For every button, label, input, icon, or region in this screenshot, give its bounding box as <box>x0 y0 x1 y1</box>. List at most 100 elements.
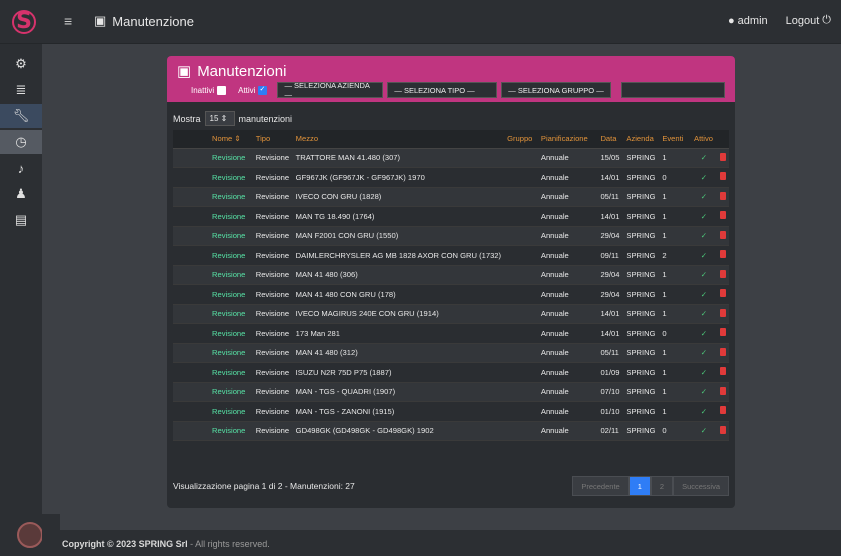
table-row: Revisione Revisione ISUZU N2R 75D P75 (188… <box>173 362 729 383</box>
cell-eventi: 1 <box>659 304 691 324</box>
page-1-button[interactable]: 1 <box>628 476 651 496</box>
sidebar: ⚙ ≣ 🔧︎ ◷ ♪ ♟ ▤ <box>0 44 42 514</box>
cell-mezzo: GF967JK (GF967JK - GF967JK) 1970 <box>292 167 505 188</box>
col-mezzo[interactable]: Mezzo <box>292 130 505 149</box>
cell-mezzo: IVECO CON GRU (1828) <box>292 187 505 207</box>
trash-icon <box>719 308 726 317</box>
tipo-select[interactable]: — SELEZIONA TIPO — <box>387 82 498 98</box>
logout-button[interactable]: Logout ⏻ <box>786 14 831 27</box>
top-bar: S ≡ ▣ Manutenzione ● admin Logout ⏻ <box>0 0 841 44</box>
sidebar-item-settings[interactable]: ⚙ <box>0 52 42 76</box>
delete-button[interactable] <box>716 245 729 266</box>
col-eventi[interactable]: Eventi <box>659 130 691 149</box>
col-tipo[interactable]: Tipo <box>252 130 293 149</box>
trash-icon <box>719 347 726 356</box>
cell-nome[interactable]: Revisione <box>209 362 253 383</box>
cell-gruppo <box>504 323 538 344</box>
trash-icon <box>719 289 726 298</box>
cell-gruppo <box>504 362 538 383</box>
delete-button[interactable] <box>716 421 729 441</box>
cell-eventi: 1 <box>659 401 691 422</box>
delete-button[interactable] <box>716 167 729 188</box>
delete-button[interactable] <box>716 323 729 344</box>
prev-page-button[interactable]: Precedente <box>572 476 629 496</box>
row-spacer <box>173 226 210 246</box>
sidebar-item-database[interactable]: ≣ <box>0 78 42 102</box>
delete-button[interactable] <box>716 226 729 246</box>
col-pianificazione[interactable]: Pianificazione <box>537 130 598 149</box>
delete-button[interactable] <box>716 343 729 363</box>
cogs-icon: ⚙ <box>15 56 27 71</box>
gruppo-select[interactable]: — SELEZIONA GRUPPO — <box>501 82 612 98</box>
delete-button[interactable] <box>716 148 729 168</box>
active-check-icon: ✓ <box>691 323 717 344</box>
cell-nome[interactable]: Revisione <box>209 148 253 168</box>
next-page-button[interactable]: Successiva <box>673 476 729 496</box>
cell-mezzo: MAN 41 480 CON GRU (178) <box>292 284 505 305</box>
cell-eventi: 1 <box>659 265 691 285</box>
col-data[interactable]: Data <box>597 130 624 149</box>
menu-toggle-icon[interactable]: ≡ <box>64 13 72 29</box>
app-logo[interactable]: S <box>6 4 42 40</box>
sidebar-item-notifications[interactable]: ♪ <box>0 156 42 180</box>
cell-pianificazione: Annuale <box>537 148 598 168</box>
cell-gruppo <box>504 304 538 324</box>
cell-tipo: Revisione <box>252 421 293 441</box>
col-azienda[interactable]: Azienda <box>623 130 660 149</box>
delete-button[interactable] <box>716 401 729 422</box>
cell-mezzo: MAN TG 18.490 (1764) <box>292 206 505 227</box>
col-gruppo[interactable]: Gruppo <box>504 130 538 149</box>
cell-nome[interactable]: Revisione <box>209 343 253 363</box>
delete-button[interactable] <box>716 362 729 383</box>
azienda-select[interactable]: — SELEZIONA AZIENDA — <box>277 81 384 99</box>
cell-nome[interactable]: Revisione <box>209 304 253 324</box>
cell-nome[interactable]: Revisione <box>209 226 253 246</box>
cell-gruppo <box>504 187 538 207</box>
sidebar-item-maintenance[interactable]: 🔧︎ <box>0 104 42 128</box>
sidebar-item-print[interactable]: ▤ <box>0 208 42 232</box>
delete-button[interactable] <box>716 265 729 285</box>
cell-nome[interactable]: Revisione <box>209 401 253 422</box>
page-length-select[interactable]: 15 ⇕ <box>204 111 235 126</box>
active-checkbox[interactable]: Attivi <box>238 85 268 95</box>
cell-nome[interactable]: Revisione <box>209 323 253 344</box>
cell-nome[interactable]: Revisione <box>209 421 253 441</box>
active-check-icon: ✓ <box>691 343 717 363</box>
cell-tipo: Revisione <box>252 187 293 207</box>
sidebar-item-schedule[interactable]: ◷ <box>0 130 42 154</box>
sidebar-item-users[interactable]: ♟ <box>0 182 42 206</box>
cell-nome[interactable]: Revisione <box>209 265 253 285</box>
cell-tipo: Revisione <box>252 245 293 266</box>
cell-mezzo: IVECO MAGIRUS 240E CON GRU (1914) <box>292 304 505 324</box>
row-spacer <box>173 304 210 324</box>
cell-tipo: Revisione <box>252 401 293 422</box>
cell-nome[interactable]: Revisione <box>209 167 253 188</box>
cell-azienda: SPRING <box>623 265 660 285</box>
col-attivo[interactable]: Attivo <box>691 130 717 149</box>
delete-button[interactable] <box>716 382 729 402</box>
page-2-button[interactable]: 2 <box>650 476 674 496</box>
trash-icon <box>719 425 726 434</box>
user-menu[interactable]: ● admin <box>728 15 768 27</box>
cell-azienda: SPRING <box>623 206 660 227</box>
page-title: ▣ Manutenzione <box>94 13 194 29</box>
row-spacer <box>173 362 210 383</box>
cell-nome[interactable]: Revisione <box>209 284 253 305</box>
col-nome[interactable]: Nome ⇕ <box>209 130 253 149</box>
cell-nome[interactable]: Revisione <box>209 245 253 266</box>
search-input[interactable] <box>621 82 726 98</box>
table-row: Revisione Revisione GD498GK (GD498GK - GD4… <box>173 421 729 441</box>
cell-data: 15/05 <box>597 148 624 168</box>
cell-gruppo <box>504 401 538 422</box>
checkbox-box[interactable] <box>258 85 268 95</box>
cell-nome[interactable]: Revisione <box>209 187 253 207</box>
delete-button[interactable] <box>716 206 729 227</box>
delete-button[interactable] <box>716 284 729 305</box>
checkbox-box[interactable] <box>217 85 227 95</box>
cell-nome[interactable]: Revisione <box>209 206 253 227</box>
delete-button[interactable] <box>716 304 729 324</box>
delete-button[interactable] <box>716 187 729 207</box>
inactive-checkbox[interactable]: Inattivi <box>191 85 227 95</box>
table-row: Revisione Revisione MAN 41 480 (312) Annual… <box>173 343 729 363</box>
cell-nome[interactable]: Revisione <box>209 382 253 402</box>
